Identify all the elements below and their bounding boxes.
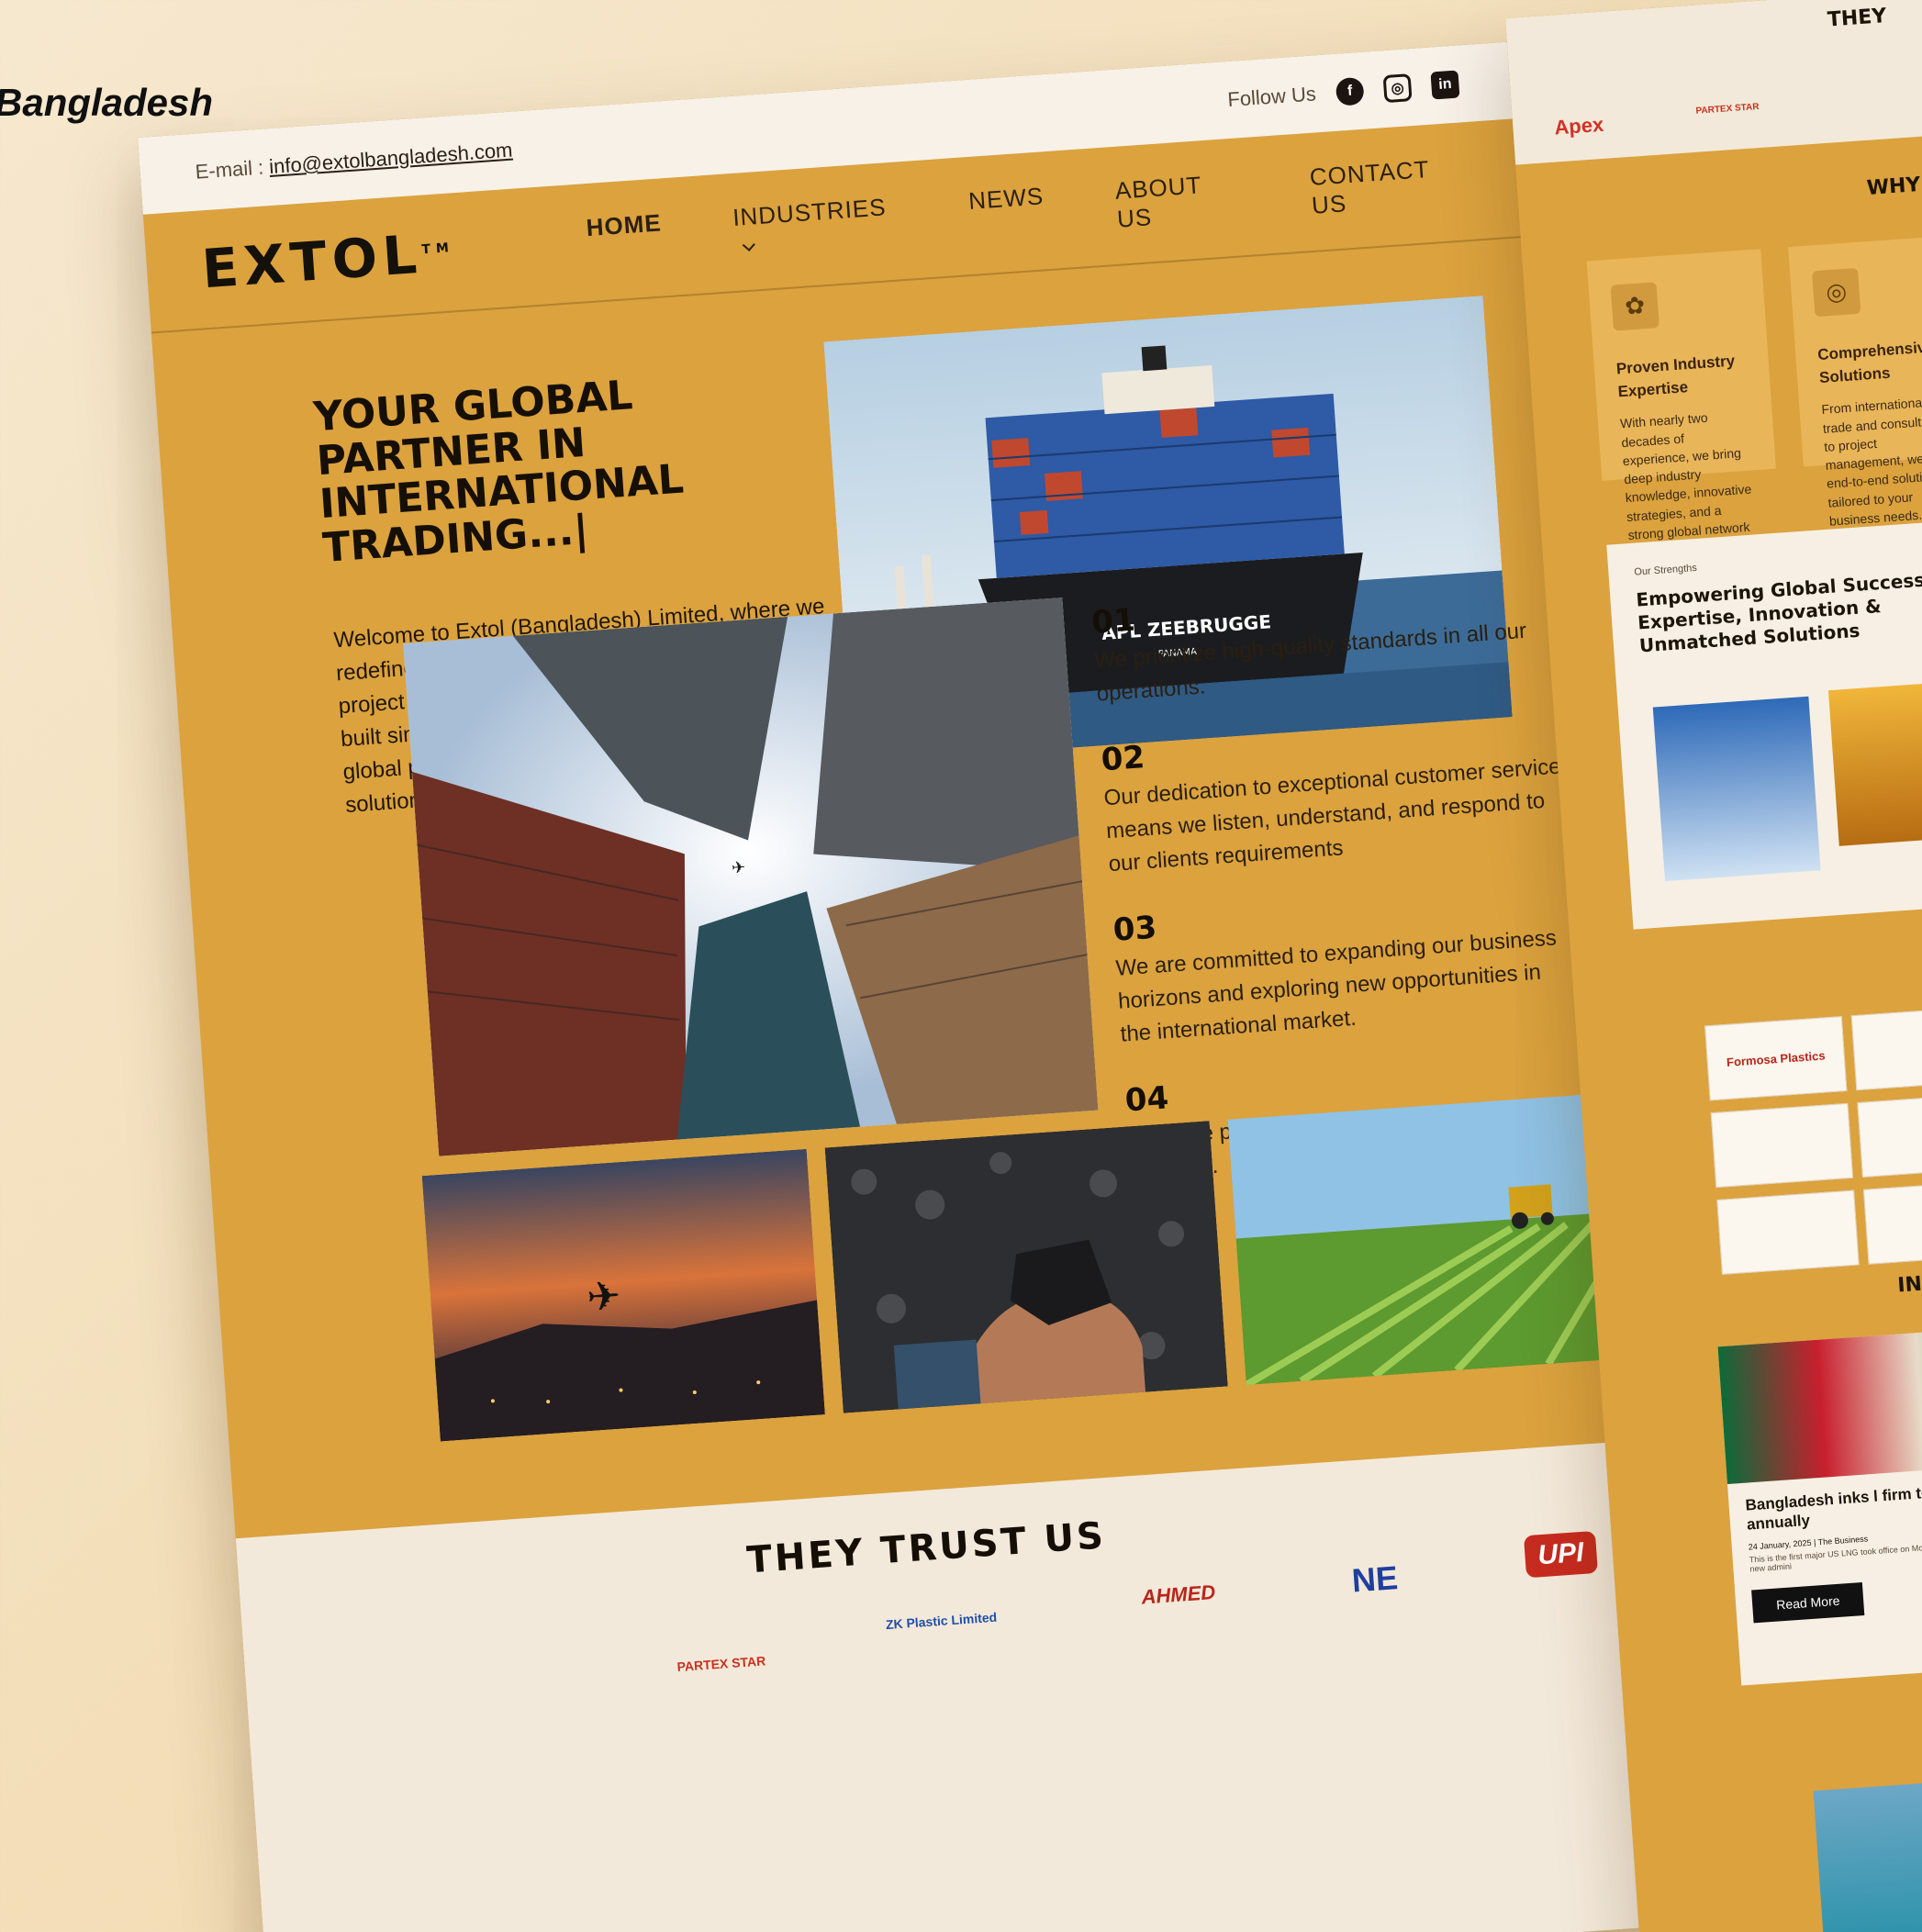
partex-logo: PARTEX STAR	[676, 1653, 766, 1675]
farm-field-image	[1227, 1092, 1631, 1386]
oil-image	[1827, 681, 1922, 846]
nav-industries-label: INDUSTRIES	[732, 193, 888, 231]
svg-text:✈: ✈	[731, 858, 745, 877]
instagram-icon[interactable]: ◎	[1382, 73, 1413, 104]
news-image	[1717, 1323, 1922, 1485]
follow-us: Follow Us f ◎ in	[1226, 70, 1460, 114]
email-label: E-mail :	[194, 155, 271, 184]
feature-item: 02 Our dedication to exceptional custome…	[1100, 710, 1567, 882]
main-page-mockup: E-mail : info@extolbangladesh.com Follow…	[138, 41, 1644, 1932]
solutions-card: ◎ Comprehensive Solutions From internati…	[1788, 234, 1922, 529]
airplane-sunset-image: ✈	[421, 1148, 825, 1442]
extol-logo[interactable]: EXTOLTM	[199, 211, 589, 301]
read-more-button[interactable]: Read More	[1751, 1581, 1865, 1623]
chevron-down-icon	[742, 238, 755, 251]
trust-section: THEY TRUST US AHMED NE UPI ZK Plastic Li…	[235, 1442, 1644, 1932]
logo-text: EXTOL	[199, 222, 425, 301]
facebook-icon[interactable]: f	[1335, 76, 1365, 106]
island-image	[1813, 1771, 1922, 1932]
news-title: Bangladesh inks l firm to buy up to annu…	[1744, 1479, 1922, 1534]
strengths-title: Empowering Global Success with Expertise…	[1635, 565, 1922, 657]
expertise-card: ✿ Proven Industry Expertise With nearly …	[1586, 249, 1776, 561]
partner-logo	[1862, 1179, 1922, 1265]
ahmed-logo: AHMED	[1140, 1580, 1216, 1609]
linkedin-icon[interactable]: in	[1430, 70, 1460, 100]
logo-tm: TM	[420, 240, 455, 258]
nav-contact[interactable]: CONTACT US	[1309, 152, 1468, 220]
svg-text:✈: ✈	[586, 1273, 622, 1320]
partner-logo	[1716, 1189, 1860, 1275]
nav-home[interactable]: HOME	[586, 208, 665, 271]
page-label: Bangladesh	[0, 81, 214, 124]
card-title: Proven Industry Expertise	[1615, 352, 1736, 401]
card-title: Comprehensive Solutions	[1816, 338, 1922, 386]
skyscraper-image: ✈	[403, 597, 1099, 1156]
follow-label: Follow Us	[1226, 82, 1317, 112]
apex-logo: Apex	[1553, 112, 1604, 140]
airplane-sky-image	[1652, 696, 1821, 882]
nav-news[interactable]: NEWS	[967, 182, 1046, 244]
trust-band: THEY Apex PARTEX STAR	[1505, 0, 1922, 165]
trust-title: THEY TRUST US	[745, 1514, 1108, 1582]
partner-logo	[1710, 1102, 1854, 1189]
partex-logo-small: PARTEX STAR	[1695, 101, 1760, 117]
trust-title-partial: THEY	[1827, 5, 1888, 32]
partner-logo	[1857, 1092, 1922, 1178]
formosa-plastics-logo: Formosa Plastics	[1704, 1016, 1848, 1101]
email-link[interactable]: info@extolbangladesh.com	[268, 139, 513, 178]
strengths-label: Our Strengths	[1634, 562, 1698, 578]
hero-headline: YOUR GLOBAL PARTNER IN INTERNATIONAL TRA…	[311, 372, 686, 572]
upi-logo: UPI	[1523, 1530, 1598, 1579]
coal-hand-image	[824, 1121, 1228, 1413]
team-icon: ✿	[1610, 282, 1659, 331]
nav-industries[interactable]: INDUSTRIES	[732, 192, 900, 260]
email-block: E-mail : info@extolbangladesh.com	[195, 139, 513, 184]
ne-logo: NE	[1350, 1558, 1400, 1600]
feature-item: 03 We are committed to expanding our bus…	[1112, 880, 1579, 1052]
partner-logo	[1850, 1005, 1922, 1091]
strengths-panel: Our Strengths Empowering Global Success …	[1606, 491, 1922, 930]
why-title-partial: WHY	[1866, 173, 1922, 200]
zk-plastic-logo: ZK Plastic Limited	[885, 1609, 998, 1633]
insights-title-partial: INS	[1896, 1271, 1922, 1298]
globe-icon: ◎	[1812, 267, 1861, 318]
nav-about[interactable]: ABOUT US	[1114, 169, 1242, 234]
news-card: Bangladesh inks l firm to buy up to annu…	[1717, 1323, 1922, 1686]
card-text: From international trade and consultancy…	[1821, 395, 1922, 529]
